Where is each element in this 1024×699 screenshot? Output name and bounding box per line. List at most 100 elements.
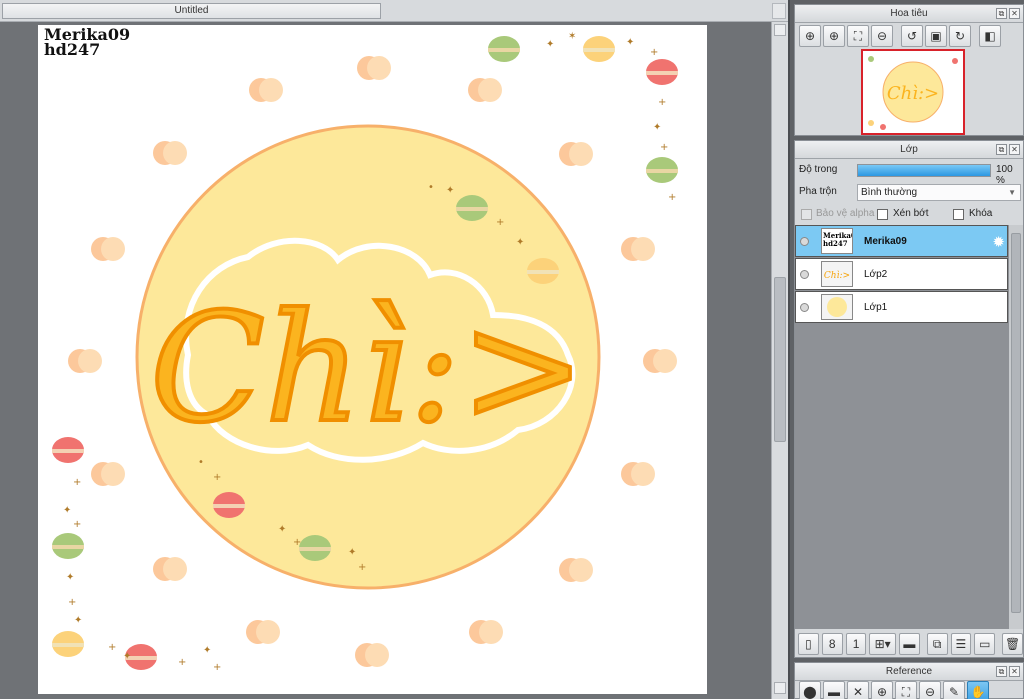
svg-text:+: + <box>650 47 658 58</box>
svg-text:+: + <box>496 217 504 228</box>
gear-icon[interactable]: ✹ <box>992 233 1005 251</box>
layer-list-scrollbar[interactable] <box>1009 225 1023 629</box>
layer-thumbnail-art <box>822 295 852 319</box>
lettering-text: Chì:> <box>150 282 586 456</box>
panel-close-icon[interactable]: ✕ <box>1009 144 1020 155</box>
svg-text:Chì:>: Chì:> <box>887 83 939 104</box>
document-tab[interactable]: Untitled <box>2 3 381 19</box>
merge-layer-icon[interactable]: ☰ <box>950 633 972 655</box>
tab-scroll-button[interactable] <box>772 3 786 19</box>
layer-thumbnail <box>821 294 853 320</box>
layer-panel-title: Lớp ⧉ ✕ <box>795 141 1023 159</box>
close-icon[interactable]: ✕ <box>847 681 869 699</box>
workspace: Untitled Chì:> ✦ ✶ ✦ + + ✦ + + • ✦ + ✦ +… <box>0 0 788 699</box>
fit-icon[interactable]: ⛶ <box>847 25 869 47</box>
new-layer-icon[interactable]: ▯ <box>798 633 819 655</box>
svg-text:✦: ✦ <box>626 37 634 48</box>
svg-text:✦: ✦ <box>63 505 71 516</box>
new-1bit-layer-icon[interactable]: 1 <box>845 633 867 655</box>
delete-layer-icon[interactable]: 🗑 <box>1002 633 1023 655</box>
svg-text:+: + <box>668 192 676 203</box>
scroll-down-arrow[interactable] <box>774 682 786 694</box>
panel-float-icon[interactable]: ⧉ <box>996 666 1007 677</box>
reference-title-text: Reference <box>885 666 933 677</box>
open-folder-icon[interactable]: ▬ <box>823 681 845 699</box>
visibility-icon[interactable] <box>800 237 809 246</box>
zoom-in-icon[interactable]: ⊕ <box>871 681 893 699</box>
svg-text:✦: ✦ <box>66 572 74 583</box>
duplicate-layer-icon[interactable]: ⧉ <box>926 633 948 655</box>
svg-text:+: + <box>108 642 116 653</box>
opacity-label: Độ trong <box>799 164 838 175</box>
panel-close-icon[interactable]: ✕ <box>1009 8 1020 19</box>
blend-mode-value: Bình thường <box>861 187 918 198</box>
scrollbar-thumb[interactable] <box>774 277 786 442</box>
scroll-up-arrow[interactable] <box>774 24 786 36</box>
opacity-slider[interactable] <box>857 164 991 177</box>
zoom-out-icon[interactable]: ⊖ <box>871 25 893 47</box>
flip-icon[interactable]: ◧ <box>979 25 1001 47</box>
panel-float-icon[interactable]: ⧉ <box>996 8 1007 19</box>
layer-row-lop1[interactable]: Lớp1 <box>795 291 1008 323</box>
layer-row-merika09[interactable]: Merika09 hd247 Merika09 ✹ <box>795 225 1008 257</box>
clipping-checkbox[interactable] <box>877 209 888 220</box>
rotate-left-icon[interactable]: ↺ <box>901 25 923 47</box>
visibility-icon[interactable] <box>800 303 809 312</box>
rotate-right-icon[interactable]: ↻ <box>949 25 971 47</box>
new-8bit-layer-icon[interactable]: 8 <box>821 633 843 655</box>
add-layer-menu-icon[interactable]: ⊞▾ <box>869 633 896 655</box>
clipping-label: Xén bớt <box>893 208 929 219</box>
signature-id: hd247 <box>44 40 101 59</box>
zoom-in-icon[interactable]: ⊕ <box>823 25 845 47</box>
svg-text:✦: ✦ <box>546 39 554 50</box>
hand-icon[interactable]: ✋ <box>967 681 989 699</box>
rotate-reset-icon[interactable]: ▣ <box>925 25 947 47</box>
navigator-panel: Hoa tiêu ⧉ ✕ ⊕ ⊕ ⛶ ⊖ ↺ ▣ ↻ ◧ Chì:> <box>794 4 1024 136</box>
layer-name: Merika09 <box>864 236 907 247</box>
navigator-preview[interactable]: Chì:> <box>861 49 965 135</box>
layer-list: Merika09 hd247 Merika09 ✹ Chì:> Lớp2 <box>795 225 1023 629</box>
eyedropper-icon[interactable]: ✎ <box>943 681 965 699</box>
document-tab-bar: Untitled <box>0 0 788 22</box>
navigator-title-text: Hoa tiêu <box>890 8 928 19</box>
blend-row: Pha trộn Bình thường ▼ <box>795 181 1023 203</box>
lock-label: Khóa <box>969 208 993 219</box>
panel-close-icon[interactable]: ✕ <box>1009 666 1020 677</box>
layer-thumbnail-art: Merika09 hd247 <box>822 229 852 253</box>
svg-text:✦: ✦ <box>653 122 661 133</box>
artist-signature: Merika09 hd247 <box>44 27 130 59</box>
svg-text:Chì:>: Chì:> <box>824 270 850 281</box>
svg-text:✦: ✦ <box>123 651 131 662</box>
open-web-icon[interactable]: ⬤ <box>799 681 821 699</box>
artwork: Chì:> ✦ ✶ ✦ + + ✦ + + • ✦ + ✦ + ✦+✦ +✦+✦ +✦+ •+✦+… <box>52 31 678 673</box>
visibility-icon[interactable] <box>800 270 809 279</box>
svg-text:✦: ✦ <box>74 615 82 626</box>
clear-layer-icon[interactable]: ▭ <box>974 633 996 655</box>
panel-float-icon[interactable]: ⧉ <box>996 144 1007 155</box>
layer-panel: Lớp ⧉ ✕ Độ trong 100 % Pha trộn Bình thư… <box>794 140 1024 658</box>
canvas-vertical-scrollbar[interactable] <box>771 22 788 699</box>
layer-thumbnail: Chì:> <box>821 261 853 287</box>
svg-text:✶: ✶ <box>568 31 576 42</box>
drawing-canvas[interactable]: Chì:> ✦ ✶ ✦ + + ✦ + + • ✦ + ✦ + ✦ + ✦ + … <box>38 25 707 694</box>
scrollbar-thumb[interactable] <box>1011 233 1021 613</box>
layer-row-lop2[interactable]: Chì:> Lớp2 <box>795 258 1008 290</box>
zoom-actual-icon[interactable]: ⊕ <box>799 25 821 47</box>
reference-panel: Reference ⧉ ✕ ⬤ ▬ ✕ ⊕ ⛶ ⊖ ✎ ✋ <box>794 662 1024 699</box>
svg-text:•: • <box>198 457 204 468</box>
svg-text:+: + <box>660 142 668 153</box>
reference-panel-title: Reference ⧉ ✕ <box>795 663 1023 681</box>
layer-thumbnail: Merika09 hd247 <box>821 228 853 254</box>
protect-alpha-checkbox[interactable] <box>801 209 812 220</box>
opacity-slider-fill <box>858 165 990 176</box>
lock-checkbox[interactable] <box>953 209 964 220</box>
folder-icon[interactable]: ▬ <box>898 633 920 655</box>
zoom-out-icon[interactable]: ⊖ <box>919 681 941 699</box>
chevron-down-icon: ▼ <box>1008 188 1016 197</box>
layer-name: Lớp2 <box>864 269 888 280</box>
fit-icon[interactable]: ⛶ <box>895 681 917 699</box>
svg-text:+: + <box>658 97 666 108</box>
blend-mode-select[interactable]: Bình thường ▼ <box>857 184 1021 201</box>
layer-thumbnail-art: Chì:> <box>822 262 852 286</box>
svg-text:+: + <box>293 537 301 548</box>
